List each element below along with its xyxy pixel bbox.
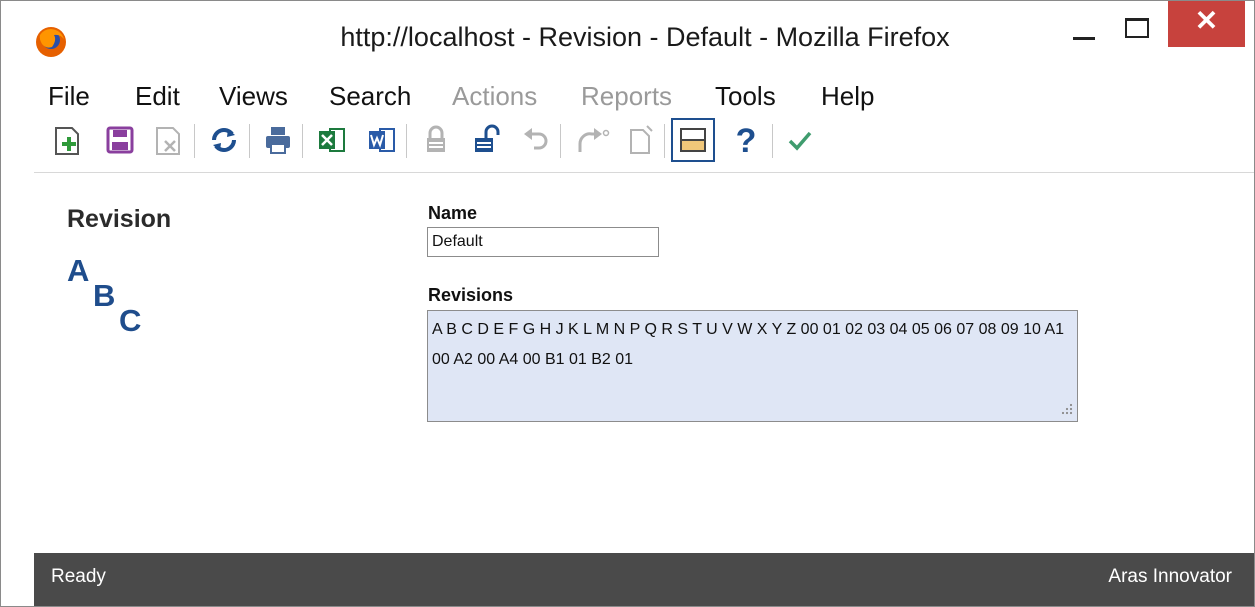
menu-help[interactable]: Help [821, 81, 874, 112]
resize-grip-icon[interactable] [1059, 403, 1073, 417]
toolbar-separator [560, 124, 561, 158]
menu-bar: File Edit Views Search Actions Reports T… [34, 81, 1254, 116]
revisions-textarea[interactable]: A B C D E F G H J K L M N P Q R S T U V … [427, 310, 1078, 422]
svg-text:?: ? [736, 122, 757, 160]
discard-icon[interactable] [148, 118, 192, 162]
item-form: Revision A B C Name Revisions A B C D E … [34, 173, 1254, 553]
unlock-icon[interactable] [464, 118, 508, 162]
version-icon[interactable] [618, 118, 662, 162]
refresh-icon[interactable] [202, 118, 246, 162]
toggle-pane-icon[interactable] [671, 118, 715, 162]
close-button[interactable]: ✕ [1168, 1, 1245, 47]
name-field[interactable] [427, 227, 659, 257]
toolbar: ? [34, 118, 1254, 166]
window-title: http://localhost - Revision - Default - … [340, 22, 950, 52]
lock-icon[interactable] [414, 118, 458, 162]
menu-tools[interactable]: Tools [715, 81, 776, 112]
toolbar-separator [406, 124, 407, 158]
new-item-icon[interactable] [48, 118, 92, 162]
help-icon[interactable]: ? [724, 118, 768, 162]
export-excel-icon[interactable] [310, 118, 354, 162]
product-name: Aras Innovator [1108, 566, 1232, 587]
export-word-icon[interactable] [360, 118, 404, 162]
window-left-margin [1, 81, 34, 606]
menu-actions[interactable]: Actions [452, 81, 537, 112]
toolbar-separator [302, 124, 303, 158]
title-bar: http://localhost - Revision - Default - … [1, 1, 1254, 81]
browser-window: http://localhost - Revision - Default - … [0, 0, 1255, 607]
itemtype-title: Revision [67, 205, 172, 233]
close-icon: ✕ [1194, 5, 1219, 36]
print-icon[interactable] [256, 118, 300, 162]
menu-edit[interactable]: Edit [135, 81, 180, 112]
name-label: Name [428, 203, 478, 223]
save-icon[interactable] [98, 118, 142, 162]
toolbar-separator [194, 124, 195, 158]
revisions-label: Revisions [428, 285, 514, 305]
status-text: Ready [51, 566, 106, 587]
toolbar-separator [772, 124, 773, 158]
menu-views[interactable]: Views [219, 81, 288, 112]
promote-icon[interactable] [568, 118, 612, 162]
revision-abc-icon: A B C [67, 253, 142, 338]
revisions-text: A B C D E F G H J K L M N P Q R S T U V … [432, 321, 1065, 368]
menu-file[interactable]: File [48, 81, 90, 112]
undo-icon[interactable] [514, 118, 558, 162]
toolbar-separator [249, 124, 250, 158]
maximize-button[interactable] [1125, 18, 1149, 38]
status-bar: Ready Aras Innovator [34, 553, 1254, 606]
minimize-button[interactable] [1073, 37, 1095, 40]
done-icon[interactable] [778, 118, 822, 162]
menu-reports[interactable]: Reports [581, 81, 672, 112]
toolbar-separator [664, 124, 665, 158]
menu-search[interactable]: Search [329, 81, 411, 112]
